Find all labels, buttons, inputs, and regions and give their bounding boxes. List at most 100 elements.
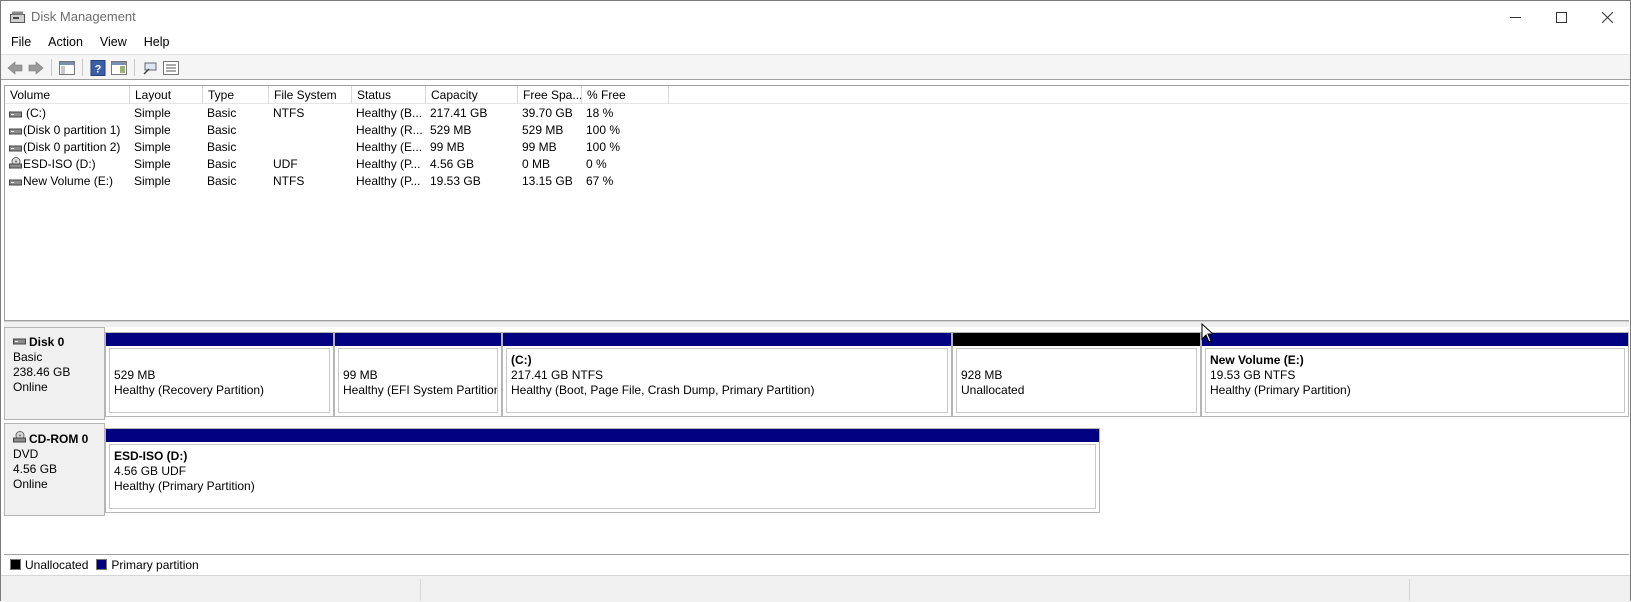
disk-type: DVD [13,447,39,461]
partition-info: (C:) 217.41 GB NTFS Healthy (Boot, Page … [506,348,948,413]
column-header-free-space[interactable]: Free Spa... [518,86,582,104]
cell-capacity: 99 MB [430,140,465,154]
cd-icon [13,431,26,447]
volume-row[interactable]: New Volume (E:) Simple Basic NTFS Health… [5,173,685,190]
legend-label: Primary partition [111,557,199,572]
legend-swatch [10,559,21,570]
column-header-capacity[interactable]: Capacity [426,86,518,104]
cell-capacity: 4.56 GB [430,157,475,171]
drive-icon [9,125,22,139]
cell-free-space: 99 MB [522,140,557,154]
partition-color-bar [106,333,333,346]
volume-row[interactable]: (Disk 0 partition 1) Simple Basic Health… [5,122,685,139]
column-header-layout[interactable]: Layout [130,86,203,104]
volume-row[interactable]: ESD-ISO (D:) Simple Basic UDF Healthy (P… [5,156,685,173]
menu-view[interactable]: View [90,33,134,53]
disk-graphical-view: Disk 0 Basic 238.46 GB Online 529 MB Hea… [4,327,1629,555]
legend-item-primary-partition: Primary partition [96,557,199,572]
menu-file[interactable]: File [1,33,38,53]
cell-file-system: NTFS [273,106,305,120]
partition-recovery[interactable]: 529 MB Healthy (Recovery Partition) [105,332,334,417]
cell-volume: New Volume (E:) [23,174,114,188]
mouse-cursor-icon [1201,322,1215,346]
partition-color-bar [1202,333,1628,346]
column-header-percent-free[interactable]: % Free [582,86,669,104]
partition-new-volume-e[interactable]: New Volume (E:) 19.53 GB NTFS Healthy (P… [1201,332,1629,417]
drive-icon [9,142,22,156]
partition-size: 4.56 GB UDF [114,464,187,478]
title-bar[interactable]: Disk Management [1,1,1630,33]
volume-list[interactable]: Volume Layout Type File System Status Ca… [4,85,1629,321]
cell-free-space: 0 MB [522,157,551,171]
show-pane-button[interactable] [109,58,129,78]
disk-label-disk-0[interactable]: Disk 0 Basic 238.46 GB Online [4,327,105,420]
column-header-type[interactable]: Type [203,86,269,104]
window-title: Disk Management [31,9,136,24]
help-icon: ? [90,60,106,76]
cell-type: Basic [207,106,237,120]
disk-management-window: Disk Management File Action View Help ? [0,0,1631,602]
partition-c[interactable]: (C:) 217.41 GB NTFS Healthy (Boot, Page … [502,332,952,417]
cell-status: Healthy (P... [356,157,421,171]
cell-layout: Simple [134,140,171,154]
menu-help[interactable]: Help [134,33,177,53]
cell-percent-free: 100 % [586,123,621,137]
cell-file-system: NTFS [273,174,305,188]
cell-status: Healthy (B... [356,106,423,120]
show-hide-console-tree-button[interactable] [57,58,77,78]
properties-icon [143,62,157,75]
list-view-button[interactable] [161,58,181,78]
drive-icon [9,108,22,122]
cell-status: Healthy (R... [356,123,423,137]
list-view-icon [163,61,179,75]
minimize-icon [1509,16,1521,18]
partition-title [961,353,1196,368]
partition-esd-iso-d[interactable]: ESD-ISO (D:) 4.56 GB UDF Healthy (Primar… [105,428,1100,513]
disk-state: Online [13,477,48,491]
toolbar-separator [82,59,83,76]
disk-state: Online [13,380,48,394]
disk-icon [13,335,26,350]
cell-percent-free: 100 % [586,140,621,154]
toolbar-separator [134,59,135,76]
drive-icon [9,176,22,190]
cell-volume: (Disk 0 partition 1) [23,123,121,137]
disk-size: 4.56 GB [13,462,58,476]
partition-unallocated[interactable]: 928 MB Unallocated [952,332,1201,417]
disk-type: Basic [13,350,43,364]
back-button[interactable] [5,58,25,78]
volume-row[interactable]: (C:) Simple Basic NTFS Healthy (B... 217… [5,105,685,122]
volume-row[interactable]: (Disk 0 partition 2) Simple Basic Health… [5,139,685,156]
cell-volume: ESD-ISO (D:) [23,157,96,171]
partition-title: ESD-ISO (D:) [114,449,188,463]
show-pane-icon [111,61,127,75]
help-button[interactable]: ? [88,58,108,78]
menu-action[interactable]: Action [38,33,90,53]
back-arrow-icon [7,61,23,75]
legend-item-unallocated: Unallocated [10,558,88,572]
close-button[interactable] [1584,1,1630,33]
partition-info: New Volume (E:) 19.53 GB NTFS Healthy (P… [1205,348,1625,413]
column-header-file-system[interactable]: File System [269,86,352,104]
partition-status: Healthy (EFI System Partition) [343,383,498,397]
partition-title [343,353,497,368]
partition-title: (C:) [511,353,532,367]
partition-color-bar [106,429,1099,442]
forward-arrow-icon [28,61,44,75]
column-header-status[interactable]: Status [352,86,426,104]
partition-title [114,353,329,368]
properties-button[interactable] [140,58,160,78]
column-header-volume[interactable]: Volume [5,86,130,104]
maximize-icon [1555,11,1567,23]
cell-volume: (Disk 0 partition 2) [23,140,121,154]
partition-size: 217.41 GB NTFS [511,368,604,382]
forward-button[interactable] [26,58,46,78]
minimize-button[interactable] [1492,1,1538,33]
menu-bar: File Action View Help [1,33,1630,53]
disk-label-cd-rom-0[interactable]: CD-ROM 0 DVD 4.56 GB Online [4,423,105,516]
maximize-button[interactable] [1538,1,1584,33]
cell-status: Healthy (P... [356,174,421,188]
partition-efi-system[interactable]: 99 MB Healthy (EFI System Partition) [334,332,502,417]
close-icon [1601,11,1613,23]
cell-status: Healthy (E... [356,140,423,154]
